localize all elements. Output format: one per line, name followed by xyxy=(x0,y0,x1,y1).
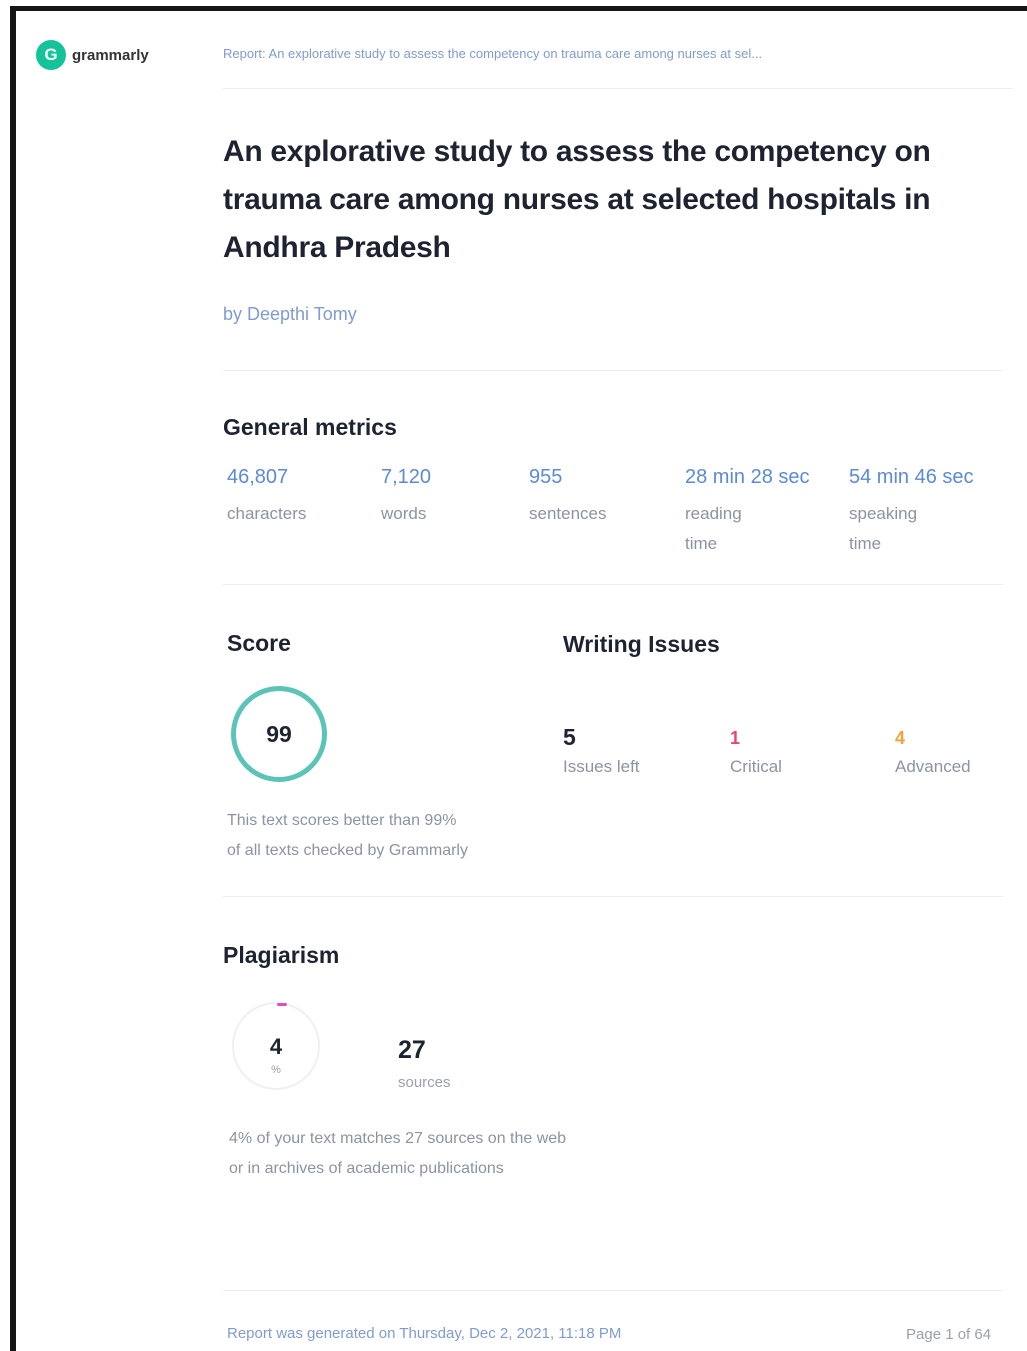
issues-critical: 1 Critical xyxy=(730,724,782,777)
metric-sentences: 955 sentences xyxy=(529,466,607,529)
score-divider xyxy=(223,896,1003,897)
issue-value: 5 xyxy=(563,724,576,750)
issues-left: 5 Issues left xyxy=(563,724,640,777)
metric-label: characters xyxy=(227,504,307,523)
plagiarism-sources-label: sources xyxy=(398,1074,451,1091)
metric-value: 54 min 46 sec xyxy=(849,466,974,488)
plagiarism-arc xyxy=(277,1003,287,1006)
issue-label: Advanced xyxy=(895,757,971,776)
metrics-divider xyxy=(223,584,1003,585)
report-generated-date: Report was generated on Thursday, Dec 2,… xyxy=(227,1325,622,1342)
grammarly-logo-icon: G xyxy=(36,40,66,70)
general-metrics-heading: General metrics xyxy=(223,414,397,440)
grammarly-logo: G grammarly xyxy=(36,40,149,70)
score-note-line: of all texts checked by Grammarly xyxy=(227,842,468,859)
plagiarism-sources-count: 27 xyxy=(398,1036,426,1064)
report-header-title: Report: An explorative study to assess t… xyxy=(223,46,763,61)
page-number: Page 1 of 64 xyxy=(906,1326,992,1343)
brand-name: grammarly xyxy=(72,46,149,64)
metric-speaking-time: 54 min 46 sec speaking time xyxy=(849,466,1009,559)
score-note: This text scores better than 99% of all … xyxy=(227,806,468,866)
writing-issues-heading: Writing Issues xyxy=(563,631,720,657)
metric-label: words xyxy=(381,504,427,523)
metric-words: 7,120 words xyxy=(381,466,431,529)
plagiarism-note-line: 4% of your text matches 27 sources on th… xyxy=(229,1130,567,1147)
score-heading: Score xyxy=(227,630,291,656)
issue-value: 1 xyxy=(730,728,741,748)
issues-advanced: 4 Advanced xyxy=(895,724,971,777)
metric-label: sentences xyxy=(529,504,607,523)
issue-label: Critical xyxy=(730,757,782,776)
plagiarism-note-line: or in archives of academic publications xyxy=(229,1160,504,1177)
score-ring: 99 xyxy=(231,686,327,782)
issue-value: 4 xyxy=(895,728,906,748)
metric-label: speaking time xyxy=(849,504,918,553)
author-divider xyxy=(223,370,1003,371)
metric-value: 955 xyxy=(529,466,563,488)
header-divider xyxy=(223,88,1013,89)
plagiarism-heading: Plagiarism xyxy=(223,942,340,968)
document-title: An explorative study to assess the compe… xyxy=(223,135,931,264)
metric-characters: 46,807 characters xyxy=(227,466,306,529)
metric-reading-time: 28 min 28 sec reading time xyxy=(685,466,835,559)
metric-value: 28 min 28 sec xyxy=(685,466,810,488)
plagiarism-note: 4% of your text matches 27 sources on th… xyxy=(229,1124,566,1184)
metric-value: 7,120 xyxy=(381,466,432,488)
metric-label: reading time xyxy=(685,504,742,553)
issue-label: Issues left xyxy=(563,757,640,776)
document-author: by Deepthi Tomy xyxy=(223,304,357,324)
score-note-line: This text scores better than 99% xyxy=(227,812,457,829)
metric-value: 46,807 xyxy=(227,466,289,488)
footer-divider xyxy=(223,1290,1003,1291)
plagiarism-percent: 4 xyxy=(269,1034,283,1059)
plagiarism-percent-unit: % xyxy=(271,1064,281,1076)
